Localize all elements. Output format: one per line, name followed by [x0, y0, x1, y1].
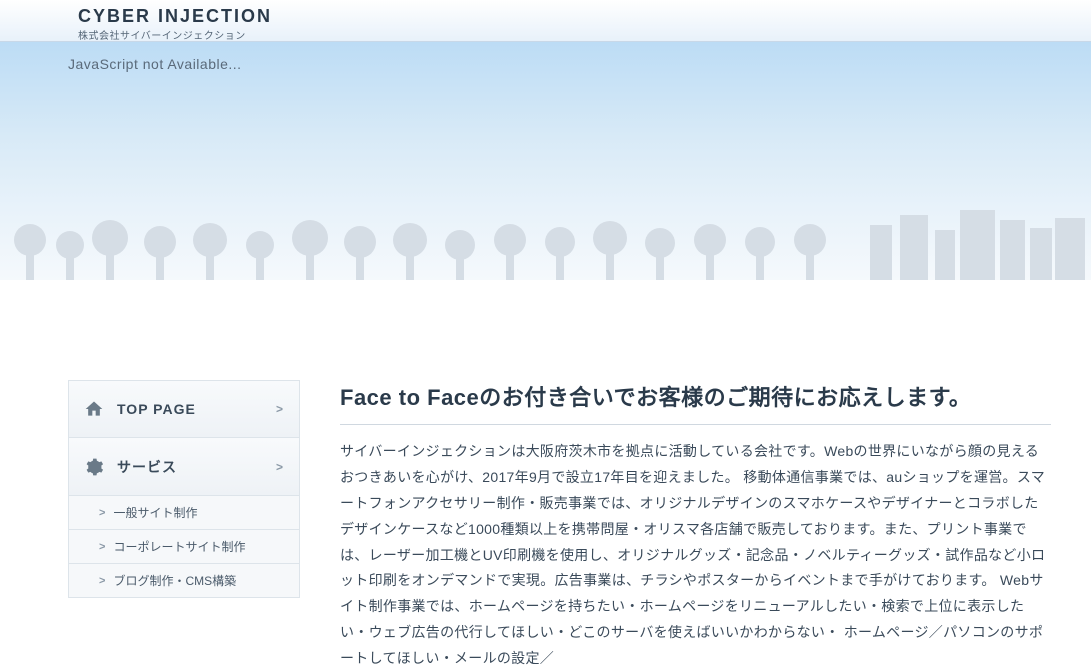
- main-content: Face to Faceのお付き合いでお客様のご期待にお応えします。 サイバーイ…: [300, 380, 1051, 672]
- gear-icon: [83, 456, 105, 478]
- sidebar-sub-item[interactable]: > ブログ制作・CMS構築: [68, 564, 300, 598]
- logo-main: CYBER INJECTION: [78, 6, 1091, 27]
- sub-item-label: 一般サイト制作: [113, 504, 197, 521]
- home-icon: [83, 398, 105, 420]
- skyline-decoration: [0, 190, 1091, 280]
- content-area: TOP PAGE > サービス > > 一般サイト制作 > コーポレートサイト制…: [0, 280, 1091, 672]
- page-headline: Face to Faceのお付き合いでお客様のご期待にお応えします。: [340, 380, 1051, 425]
- nav-label: サービス: [117, 457, 177, 477]
- sub-item-label: コーポレートサイト制作: [113, 538, 245, 555]
- chevron-right-icon: >: [276, 402, 283, 416]
- sidebar-sub-item[interactable]: > コーポレートサイト制作: [68, 530, 300, 564]
- sub-item-label: ブログ制作・CMS構築: [113, 572, 236, 589]
- header: CYBER INJECTION 株式会社サイバーインジェクション: [0, 0, 1091, 42]
- nav-label: TOP PAGE: [117, 401, 196, 417]
- chevron-right-icon: >: [99, 575, 105, 587]
- sidebar: TOP PAGE > サービス > > 一般サイト制作 > コーポレートサイト制…: [68, 380, 300, 672]
- intro-paragraph: サイバーインジェクションは大阪府茨木市を拠点に活動している会社です。Webの世界…: [340, 439, 1051, 672]
- logo-sub: 株式会社サイバーインジェクション: [78, 27, 1091, 42]
- chevron-right-icon: >: [276, 460, 283, 474]
- chevron-right-icon: >: [99, 541, 105, 553]
- nav-services[interactable]: サービス >: [68, 438, 300, 496]
- js-unavailable-message: JavaScript not Available...: [68, 56, 242, 72]
- nav-top-page[interactable]: TOP PAGE >: [68, 380, 300, 438]
- hero-banner: JavaScript not Available...: [0, 42, 1091, 280]
- sidebar-sub-item[interactable]: > 一般サイト制作: [68, 496, 300, 530]
- chevron-right-icon: >: [99, 507, 105, 519]
